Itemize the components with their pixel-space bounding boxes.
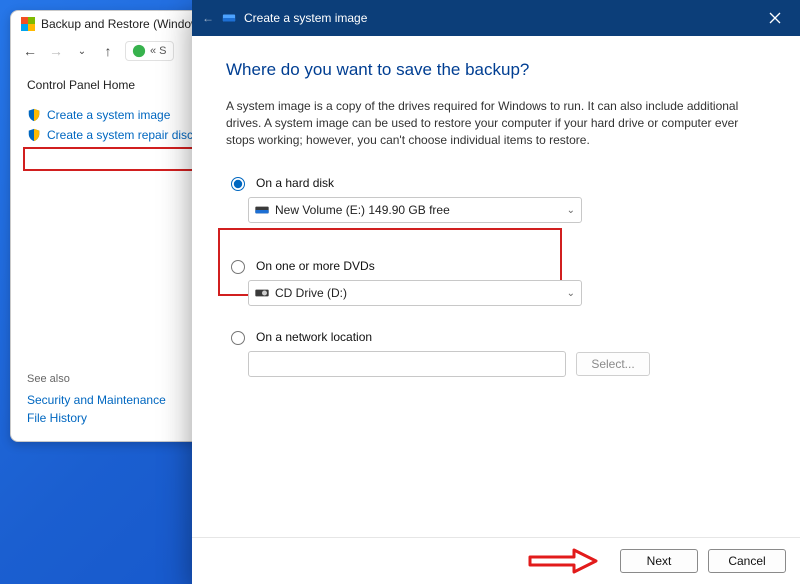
disc-drive-icon [255, 288, 269, 298]
chevron-down-icon: ⌄ [567, 288, 575, 299]
option-network-row[interactable]: On a network location [226, 328, 766, 345]
option-hard-disk: On a hard disk New Volume (E:) 149.90 GB… [226, 174, 766, 223]
radio-dvd[interactable] [231, 260, 245, 274]
dvd-combo[interactable]: CD Drive (D:) ⌄ [248, 280, 582, 306]
dvd-combo-value: CD Drive (D:) [275, 286, 347, 300]
create-system-image-label: Create a system image [47, 108, 170, 122]
option-network-label: On a network location [256, 330, 372, 344]
option-dvd-label: On one or more DVDs [256, 259, 375, 273]
drive-icon [222, 11, 236, 25]
see-also-security-link[interactable]: Security and Maintenance [27, 391, 166, 409]
dialog-heading: Where do you want to save the backup? [226, 60, 766, 80]
up-button[interactable]: ↑ [99, 42, 117, 60]
annotation-arrow-icon [528, 548, 598, 574]
control-panel-home-label: Control Panel Home [27, 78, 135, 92]
option-network: On a network location Select... [226, 328, 766, 377]
cancel-button[interactable]: Cancel [708, 549, 786, 573]
shield-icon [21, 17, 35, 31]
address-text: « S [150, 45, 167, 57]
option-hard-disk-row[interactable]: On a hard disk [226, 174, 766, 191]
dialog-description: A system image is a copy of the drives r… [226, 98, 756, 148]
create-repair-disc-label: Create a system repair disc [47, 128, 193, 142]
see-also-security-label: Security and Maintenance [27, 393, 166, 407]
address-icon [132, 44, 146, 58]
hard-disk-combo-value: New Volume (E:) 149.90 GB free [275, 203, 450, 217]
shield-icon [27, 128, 41, 142]
radio-network[interactable] [231, 331, 245, 345]
back-arrow-icon[interactable]: ← [202, 11, 214, 25]
see-also-section: See also Security and Maintenance File H… [27, 373, 166, 427]
option-dvd: On one or more DVDs CD Drive (D:) ⌄ [226, 257, 766, 306]
see-also-file-history-label: File History [27, 411, 87, 425]
address-bar[interactable]: « S [125, 41, 174, 61]
dialog-body: Where do you want to save the backup? A … [192, 36, 800, 537]
network-path-input[interactable] [248, 351, 566, 377]
forward-button[interactable]: → [47, 42, 65, 60]
window-title-text: Backup and Restore (Window [41, 17, 200, 31]
chevron-down-icon: ⌄ [567, 205, 575, 216]
close-icon [769, 12, 781, 24]
next-button[interactable]: Next [620, 549, 698, 573]
radio-hard-disk[interactable] [231, 177, 245, 191]
recent-menu-chevron[interactable]: ⌄ [73, 42, 91, 60]
see-also-header: See also [27, 373, 166, 385]
hdd-icon [255, 205, 269, 215]
select-network-button: Select... [576, 352, 650, 376]
dialog-title-bar: ← Create a system image [192, 0, 800, 36]
see-also-file-history-link[interactable]: File History [27, 409, 166, 427]
dialog-title-text: Create a system image [244, 11, 367, 25]
back-button[interactable]: ← [21, 42, 39, 60]
option-hard-disk-label: On a hard disk [256, 176, 334, 190]
create-system-image-dialog: ← Create a system image Where do you wan… [192, 0, 800, 584]
dialog-footer: Next Cancel [192, 537, 800, 584]
close-button[interactable] [760, 6, 790, 30]
hard-disk-combo[interactable]: New Volume (E:) 149.90 GB free ⌄ [248, 197, 582, 223]
option-dvd-row[interactable]: On one or more DVDs [226, 257, 766, 274]
shield-icon [27, 108, 41, 122]
